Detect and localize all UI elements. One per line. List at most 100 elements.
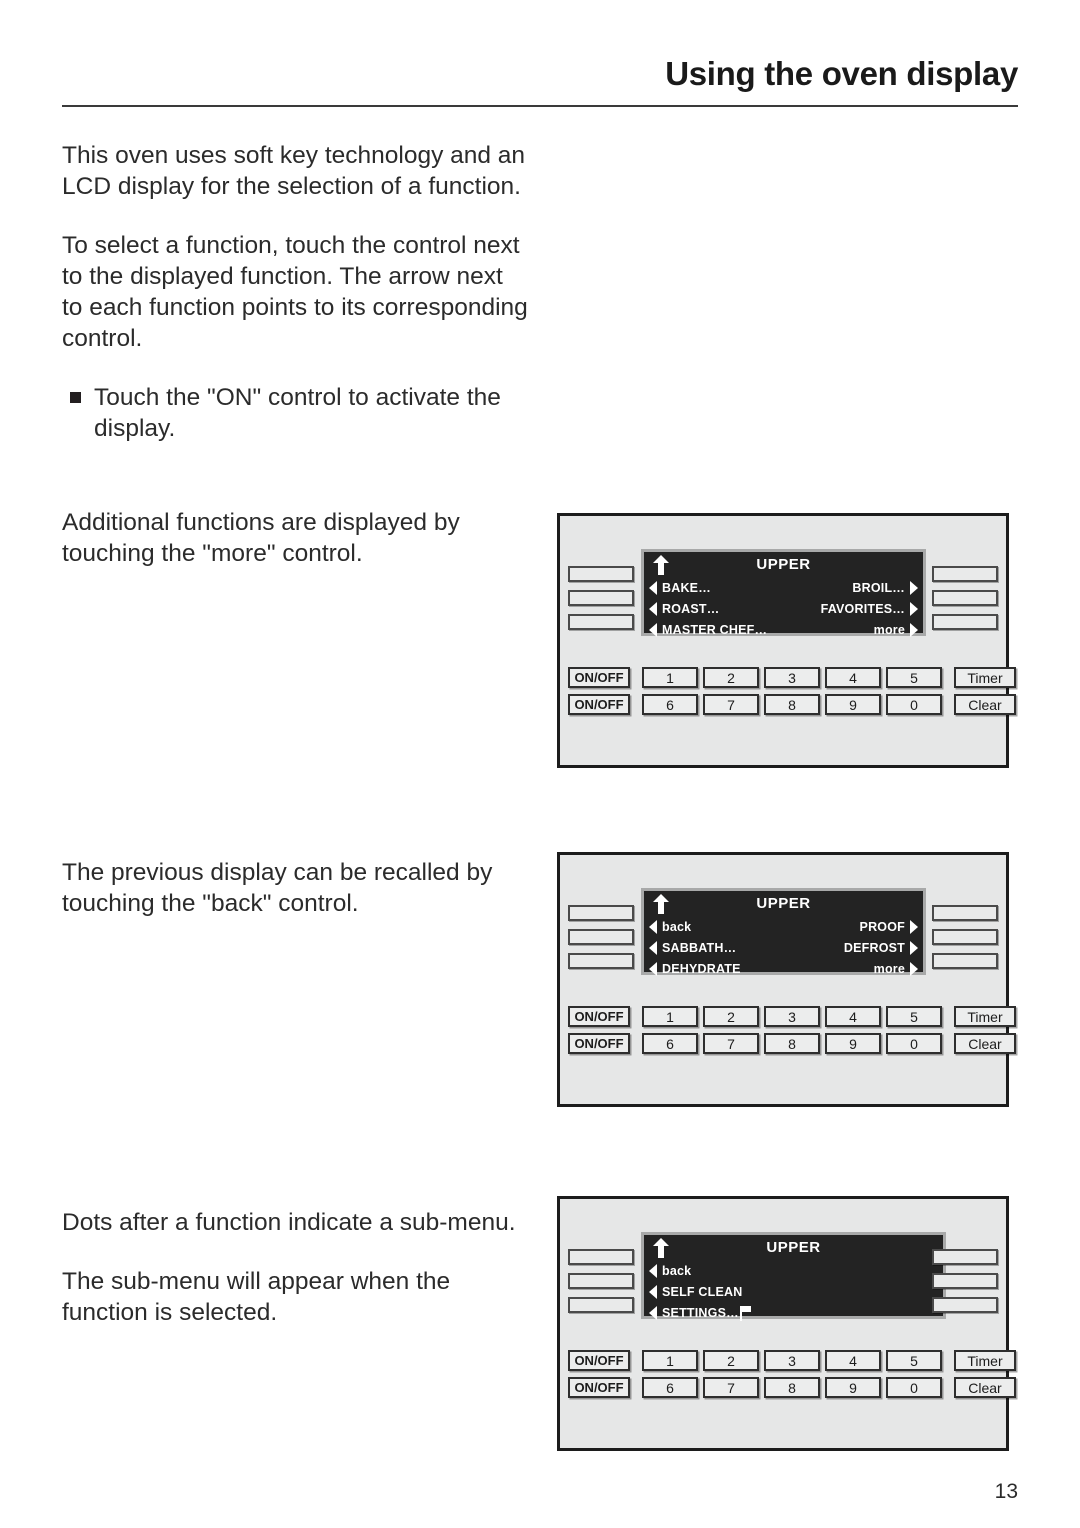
- timer-button[interactable]: Timer: [954, 1006, 1016, 1027]
- onoff-button-upper[interactable]: ON/OFF: [568, 1006, 630, 1027]
- triangle-left-icon: [649, 919, 657, 934]
- lcd-item-label: DEFROST: [843, 940, 905, 955]
- lcd-item-back[interactable]: back: [649, 1263, 691, 1278]
- number-key-1[interactable]: 1: [642, 1350, 698, 1371]
- number-key-0[interactable]: 0: [886, 1033, 942, 1054]
- number-key-5[interactable]: 5: [886, 1350, 942, 1371]
- lcd-item-label: ROAST…: [662, 601, 720, 616]
- left-softkey-1[interactable]: [568, 566, 634, 582]
- clear-button[interactable]: Clear: [954, 1033, 1016, 1054]
- onoff-column-1: ON/OFF ON/OFF: [568, 667, 630, 715]
- number-key-2[interactable]: 2: [703, 1350, 759, 1371]
- number-key-row-bottom: 6 7 8 9 0: [642, 1377, 942, 1398]
- left-softkey-1[interactable]: [568, 1249, 634, 1265]
- clear-button[interactable]: Clear: [954, 1377, 1016, 1398]
- lcd-item-master-chef[interactable]: MASTER CHEF…: [649, 622, 768, 637]
- number-key-row-top: 1 2 3 4 5: [642, 1350, 942, 1371]
- number-key-6[interactable]: 6: [642, 1377, 698, 1398]
- onoff-button-upper[interactable]: ON/OFF: [568, 667, 630, 688]
- oven-control-panel-main-menu: UPPER BAKE… BROIL… ROAST… FAVORITES… MAS…: [557, 513, 1016, 768]
- clear-button[interactable]: Clear: [954, 694, 1016, 715]
- onoff-button-lower[interactable]: ON/OFF: [568, 1377, 630, 1398]
- lcd-item-label: MASTER CHEF…: [662, 622, 768, 637]
- number-key-3[interactable]: 3: [764, 1006, 820, 1027]
- square-bullet-icon: [70, 392, 81, 403]
- onoff-button-lower[interactable]: ON/OFF: [568, 694, 630, 715]
- triangle-right-icon: [910, 961, 918, 976]
- number-key-0[interactable]: 0: [886, 694, 942, 715]
- lcd-item-dehydrate[interactable]: DEHYDRATE: [649, 961, 741, 976]
- lcd-item-more[interactable]: more: [874, 622, 918, 637]
- left-softkey-3[interactable]: [568, 953, 634, 969]
- lcd-title-1: UPPER: [756, 556, 811, 573]
- paragraph-2: To select a function, touch the control …: [62, 232, 528, 352]
- lcd-item-back[interactable]: back: [649, 919, 691, 934]
- right-softkey-2[interactable]: [932, 590, 998, 606]
- number-key-7[interactable]: 7: [703, 1033, 759, 1054]
- lcd-display-more-menu: UPPER back PROOF SABBATH… DEFROST DEHYDR…: [641, 888, 926, 976]
- lcd-item-favorites[interactable]: FAVORITES…: [821, 601, 918, 616]
- right-softkey-1[interactable]: [932, 1249, 998, 1265]
- number-key-5[interactable]: 5: [886, 667, 942, 688]
- triangle-left-icon: [649, 1305, 657, 1320]
- right-softkey-3[interactable]: [932, 614, 998, 630]
- number-key-3[interactable]: 3: [764, 1350, 820, 1371]
- lcd-item-bake[interactable]: BAKE…: [649, 580, 711, 595]
- number-key-7[interactable]: 7: [703, 1377, 759, 1398]
- number-key-8[interactable]: 8: [764, 1033, 820, 1054]
- onoff-button-upper[interactable]: ON/OFF: [568, 1350, 630, 1371]
- left-softkey-3[interactable]: [568, 614, 634, 630]
- right-softkey-3[interactable]: [932, 953, 998, 969]
- lcd-item-more[interactable]: more: [874, 961, 918, 976]
- lcd-item-defrost[interactable]: DEFROST: [843, 940, 918, 955]
- left-softkey-2[interactable]: [568, 929, 634, 945]
- more-control-text-block: Additional functions are displayed by to…: [62, 507, 530, 597]
- number-key-0[interactable]: 0: [886, 1377, 942, 1398]
- number-key-9[interactable]: 9: [825, 1377, 881, 1398]
- number-key-2[interactable]: 2: [703, 1006, 759, 1027]
- lcd-item-label: SABBATH…: [662, 940, 737, 955]
- number-key-8[interactable]: 8: [764, 1377, 820, 1398]
- lcd-item-label: PROOF: [859, 919, 905, 934]
- right-softkey-2[interactable]: [932, 1273, 998, 1289]
- right-softkey-3[interactable]: [932, 1297, 998, 1313]
- lcd-item-broil[interactable]: BROIL…: [852, 580, 918, 595]
- oven-control-panel-more-menu: UPPER back PROOF SABBATH… DEFROST DEHYDR…: [557, 852, 1016, 1107]
- number-key-8[interactable]: 8: [764, 694, 820, 715]
- lcd-item-settings[interactable]: SETTINGS…: [649, 1305, 751, 1321]
- timer-button[interactable]: Timer: [954, 1350, 1016, 1371]
- number-key-4[interactable]: 4: [825, 1350, 881, 1371]
- number-key-5[interactable]: 5: [886, 1006, 942, 1027]
- number-key-1[interactable]: 1: [642, 667, 698, 688]
- left-softkey-1[interactable]: [568, 905, 634, 921]
- number-key-9[interactable]: 9: [825, 1033, 881, 1054]
- right-softkey-2[interactable]: [932, 929, 998, 945]
- number-key-6[interactable]: 6: [642, 1033, 698, 1054]
- left-softkey-2[interactable]: [568, 590, 634, 606]
- onoff-button-lower[interactable]: ON/OFF: [568, 1033, 630, 1054]
- number-key-4[interactable]: 4: [825, 667, 881, 688]
- right-softkey-1[interactable]: [932, 566, 998, 582]
- right-softkey-1[interactable]: [932, 905, 998, 921]
- number-key-3[interactable]: 3: [764, 667, 820, 688]
- number-key-1[interactable]: 1: [642, 1006, 698, 1027]
- lcd-item-self-clean[interactable]: SELF CLEAN: [649, 1284, 742, 1299]
- lcd-row: SABBATH… DEFROST: [644, 937, 923, 958]
- timer-button[interactable]: Timer: [954, 667, 1016, 688]
- lcd-item-proof[interactable]: PROOF: [859, 919, 918, 934]
- lcd-row: DEHYDRATE more: [644, 958, 923, 979]
- lcd-item-roast[interactable]: ROAST…: [649, 601, 720, 616]
- number-key-4[interactable]: 4: [825, 1006, 881, 1027]
- lcd-row: back PROOF: [644, 916, 923, 937]
- left-softkey-3[interactable]: [568, 1297, 634, 1313]
- number-key-2[interactable]: 2: [703, 667, 759, 688]
- lcd-row: ROAST… FAVORITES…: [644, 598, 923, 619]
- number-key-7[interactable]: 7: [703, 694, 759, 715]
- flag-icon: [739, 1306, 751, 1321]
- lcd-item-sabbath[interactable]: SABBATH…: [649, 940, 737, 955]
- triangle-left-icon: [649, 940, 657, 955]
- left-softkey-2[interactable]: [568, 1273, 634, 1289]
- number-key-6[interactable]: 6: [642, 694, 698, 715]
- number-key-9[interactable]: 9: [825, 694, 881, 715]
- lcd-item-label: DEHYDRATE: [662, 961, 741, 976]
